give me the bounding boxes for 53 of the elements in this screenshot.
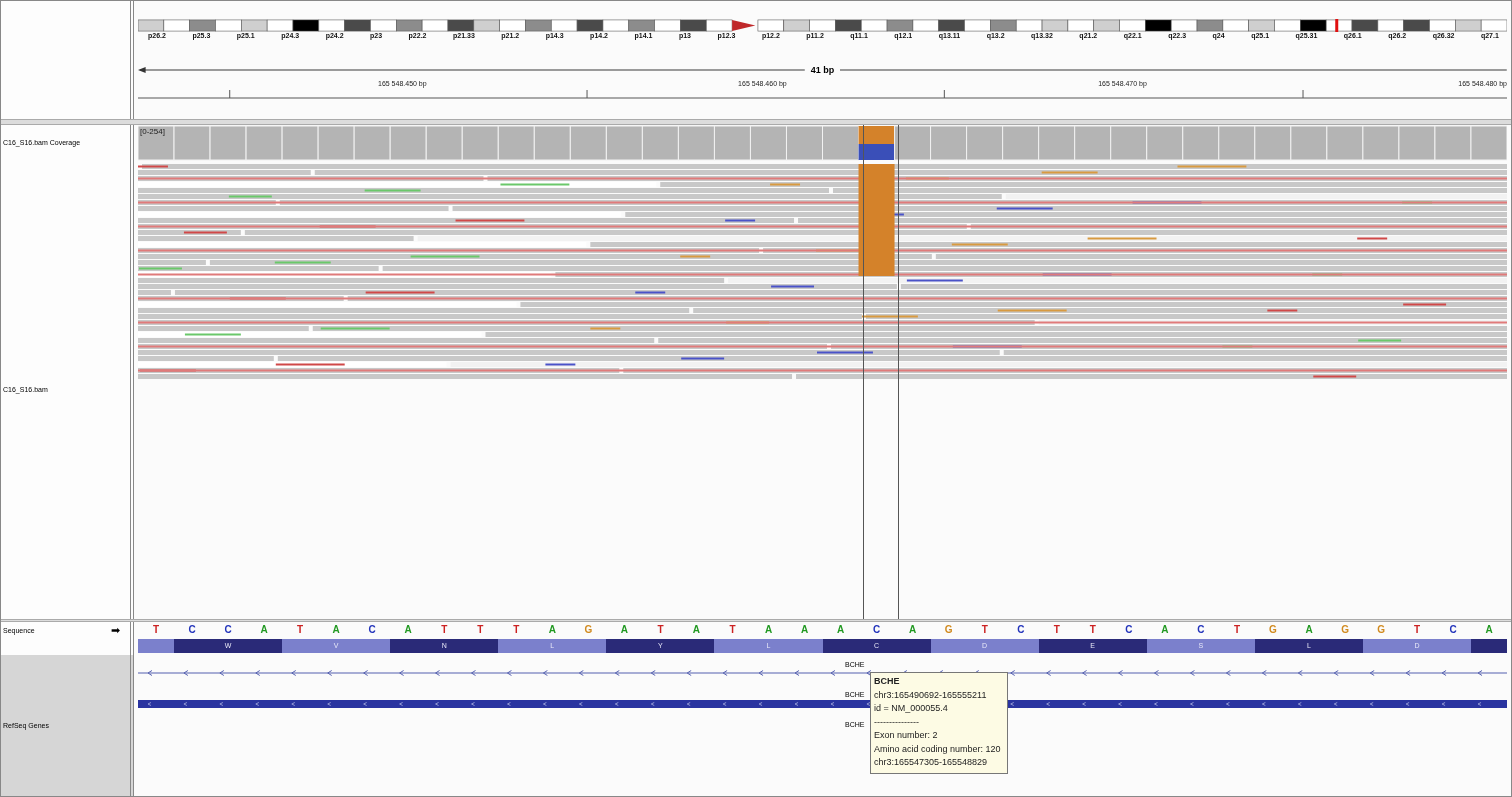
base-letter: T: [476, 623, 485, 637]
base-letter: T: [656, 623, 665, 637]
base-letter: G: [1268, 623, 1278, 637]
base-letter: C: [1124, 623, 1134, 637]
base-letter: A: [547, 623, 557, 637]
base-letter: G: [583, 623, 594, 637]
gene-intron-line[interactable]: [138, 670, 1507, 676]
base-letter: A: [403, 623, 413, 637]
span-line-icon: [840, 66, 1507, 74]
base-letter: A: [836, 623, 846, 637]
tooltip-title: BCHE: [874, 675, 901, 688]
base-letter: C: [223, 623, 233, 637]
tooltip-line: id = NM_000055.4: [874, 702, 949, 715]
span-label: 41 bp: [810, 65, 835, 75]
strand-arrow-icon[interactable]: ➡: [111, 624, 120, 636]
base-letter: A: [1304, 623, 1314, 637]
base-letter: A: [1160, 623, 1170, 637]
base-letter: C: [1196, 623, 1206, 637]
span-arrow-icon: [138, 66, 805, 74]
base-letter: T: [728, 623, 737, 637]
base-letter: A: [691, 623, 702, 637]
base-letter: T: [1052, 623, 1061, 637]
tooltip-line: ---------------: [874, 715, 920, 729]
base-letter: C: [187, 623, 197, 637]
coverage-range-label: [0-254]: [140, 127, 165, 136]
base-letter: G: [943, 623, 954, 637]
base-letter: T: [512, 623, 521, 637]
base-letter: T: [1413, 623, 1422, 637]
base-letter: G: [1340, 623, 1350, 637]
base-letter: T: [296, 623, 305, 637]
base-letter: T: [440, 623, 449, 637]
base-letter: C: [872, 623, 882, 637]
base-letter: G: [1376, 623, 1386, 637]
tooltip-line: chr3:165547305-165548829: [874, 756, 989, 769]
codon-block: [1470, 639, 1507, 653]
base-letter: T: [1088, 623, 1097, 637]
base-letter: A: [763, 623, 774, 637]
tooltip-line: Amino acid coding number: 120: [874, 742, 1001, 756]
base-letter: A: [259, 623, 269, 637]
tooltip-line: chr3:165490692-165555211: [874, 688, 988, 702]
base-letter: A: [799, 623, 810, 637]
base-letter: T: [151, 623, 161, 637]
base-letter: C: [1448, 623, 1458, 637]
base-letter: A: [619, 623, 630, 637]
base-letter: C: [367, 623, 377, 637]
base-letter: T: [980, 623, 989, 637]
base-letter: A: [908, 623, 918, 637]
base-letter: A: [1484, 623, 1494, 637]
base-letter: A: [331, 623, 341, 637]
base-letter: T: [1232, 623, 1241, 637]
tooltip-line: Exon number: 2: [874, 729, 939, 742]
codon-block: [138, 639, 175, 653]
base-letter: C: [1016, 623, 1026, 637]
